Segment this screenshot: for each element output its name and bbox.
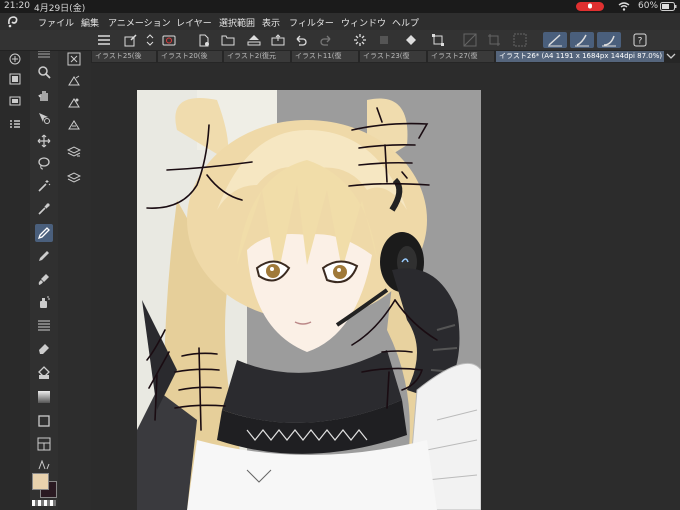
transform-icon[interactable] <box>430 32 446 48</box>
status-bar: 21:20 4月29日(金) 60% <box>0 0 680 14</box>
navigator-icon[interactable] <box>6 92 24 110</box>
camera-icon[interactable] <box>161 32 177 48</box>
menu-layer[interactable]: レイヤー <box>176 16 212 29</box>
svg-text:?: ? <box>638 37 643 47</box>
undo-icon[interactable] <box>293 32 309 48</box>
lasso-tool-icon[interactable] <box>35 154 53 172</box>
tab-label: イラスト25(後 <box>95 52 142 60</box>
auto-select-icon[interactable] <box>35 177 53 195</box>
save-icon[interactable] <box>246 32 262 48</box>
sub-tool-panel <box>58 45 92 510</box>
tab-document[interactable]: イラスト27(復 <box>428 51 494 62</box>
gradient-tool-icon[interactable] <box>35 388 53 406</box>
decoration-tool-icon[interactable] <box>35 316 53 334</box>
menu-selection[interactable]: 選択範囲 <box>219 16 255 29</box>
layer-stack-icon[interactable] <box>65 143 83 161</box>
figure-tool-icon[interactable] <box>35 412 53 430</box>
new-file-icon[interactable] <box>196 32 212 48</box>
operation-tool-icon[interactable] <box>35 109 53 127</box>
tab-label: イラスト2(復元 <box>227 52 277 60</box>
tab-document-active[interactable]: イラスト26* (A4 1191 x 1684px 144dpi 87.0%) <box>496 51 664 62</box>
brush-tool-icon[interactable] <box>35 270 53 288</box>
tab-document[interactable]: イラスト11(復 <box>292 51 358 62</box>
illustration-image <box>137 90 481 510</box>
tab-label: イラスト23(復 <box>363 52 410 60</box>
pen-stabilizer-icon[interactable] <box>543 32 567 48</box>
new-canvas-icon[interactable] <box>122 32 138 48</box>
app-logo-icon[interactable] <box>6 15 19 31</box>
help-icon[interactable]: ? <box>632 32 648 48</box>
tab-document[interactable]: イラスト2(復元 <box>224 51 290 62</box>
tab-overflow-chevron-icon[interactable] <box>666 52 676 63</box>
left-panel-palettes <box>0 45 31 510</box>
tool-bar <box>30 45 59 510</box>
move-tool-icon[interactable] <box>35 132 53 150</box>
airbrush-tool-icon[interactable] <box>35 293 53 311</box>
pen-tool-icon[interactable] <box>35 224 53 242</box>
main-color-swatch[interactable] <box>32 473 49 490</box>
mic-recording-icon[interactable] <box>576 2 604 11</box>
document-tabs: イラスト25(後 イラスト20(後 イラスト2(復元 イラスト11(復 イラスト… <box>91 50 680 63</box>
canvas-artwork[interactable] <box>137 90 481 510</box>
eyedropper-icon[interactable] <box>35 200 53 218</box>
clear-icon[interactable] <box>376 32 392 48</box>
pen-line-icon[interactable] <box>597 32 621 48</box>
menu-view[interactable]: 表示 <box>262 16 280 29</box>
menu-filter[interactable]: フィルター <box>289 16 334 29</box>
redo-icon[interactable] <box>318 32 334 48</box>
material-palette-icon[interactable] <box>6 70 24 88</box>
layer-list-icon[interactable] <box>6 115 24 133</box>
tab-document[interactable]: イラスト20(後 <box>158 51 222 62</box>
crop-icon[interactable] <box>486 32 502 48</box>
command-bar: ? <box>0 30 680 51</box>
sub-tool-layer-icon[interactable] <box>65 72 83 90</box>
sub-tool-layer-b-icon[interactable] <box>65 94 83 112</box>
tab-label: イラスト20(後 <box>161 52 208 60</box>
menu-icon[interactable] <box>96 32 112 48</box>
tab-label: イラスト26* (A4 1191 x 1684px 144dpi 87.0%) <box>499 52 663 60</box>
menu-edit[interactable]: 編集 <box>81 16 99 29</box>
menu-file[interactable]: ファイル <box>38 16 74 29</box>
clock: 21:20 <box>4 1 30 11</box>
menu-window[interactable]: ウィンドウ <box>341 16 386 29</box>
pen-sub-icon[interactable] <box>570 32 594 48</box>
open-icon[interactable] <box>220 32 236 48</box>
tab-document[interactable]: イラスト23(復 <box>360 51 426 62</box>
pencil-tool-icon[interactable] <box>35 247 53 265</box>
menu-help[interactable]: ヘルプ <box>392 16 419 29</box>
invert-selection-icon[interactable] <box>512 32 528 48</box>
frame-tool-icon[interactable] <box>35 435 53 453</box>
tab-label: イラスト27(復 <box>431 52 478 60</box>
transparent-color-icon[interactable] <box>32 500 56 506</box>
fill-icon[interactable] <box>403 32 419 48</box>
loading-icon[interactable] <box>352 32 368 48</box>
battery-percent: 60% <box>638 1 659 11</box>
menu-bar: ファイル 編集 アニメーション レイヤー 選択範囲 表示 フィルター ウィンドウ… <box>0 13 680 30</box>
deselect-icon[interactable] <box>462 32 478 48</box>
eraser-tool-icon[interactable] <box>35 339 53 357</box>
zoom-tool-icon[interactable] <box>35 63 53 81</box>
panel-collapse-icon[interactable] <box>6 50 24 68</box>
tab-label: イラスト11(復 <box>295 52 342 60</box>
sub-tool-close-icon[interactable] <box>65 50 83 68</box>
fill-tool-icon[interactable] <box>35 364 53 382</box>
text-tool-icon[interactable] <box>35 458 53 472</box>
export-icon[interactable] <box>270 32 286 48</box>
layer-stack-b-icon[interactable] <box>65 169 83 187</box>
sub-tool-layer-c-icon[interactable] <box>65 116 83 134</box>
hand-tool-icon[interactable] <box>35 86 53 104</box>
stepper-icon[interactable] <box>142 32 158 48</box>
tab-document[interactable]: イラスト25(後 <box>92 51 156 62</box>
menu-animation[interactable]: アニメーション <box>108 16 171 29</box>
